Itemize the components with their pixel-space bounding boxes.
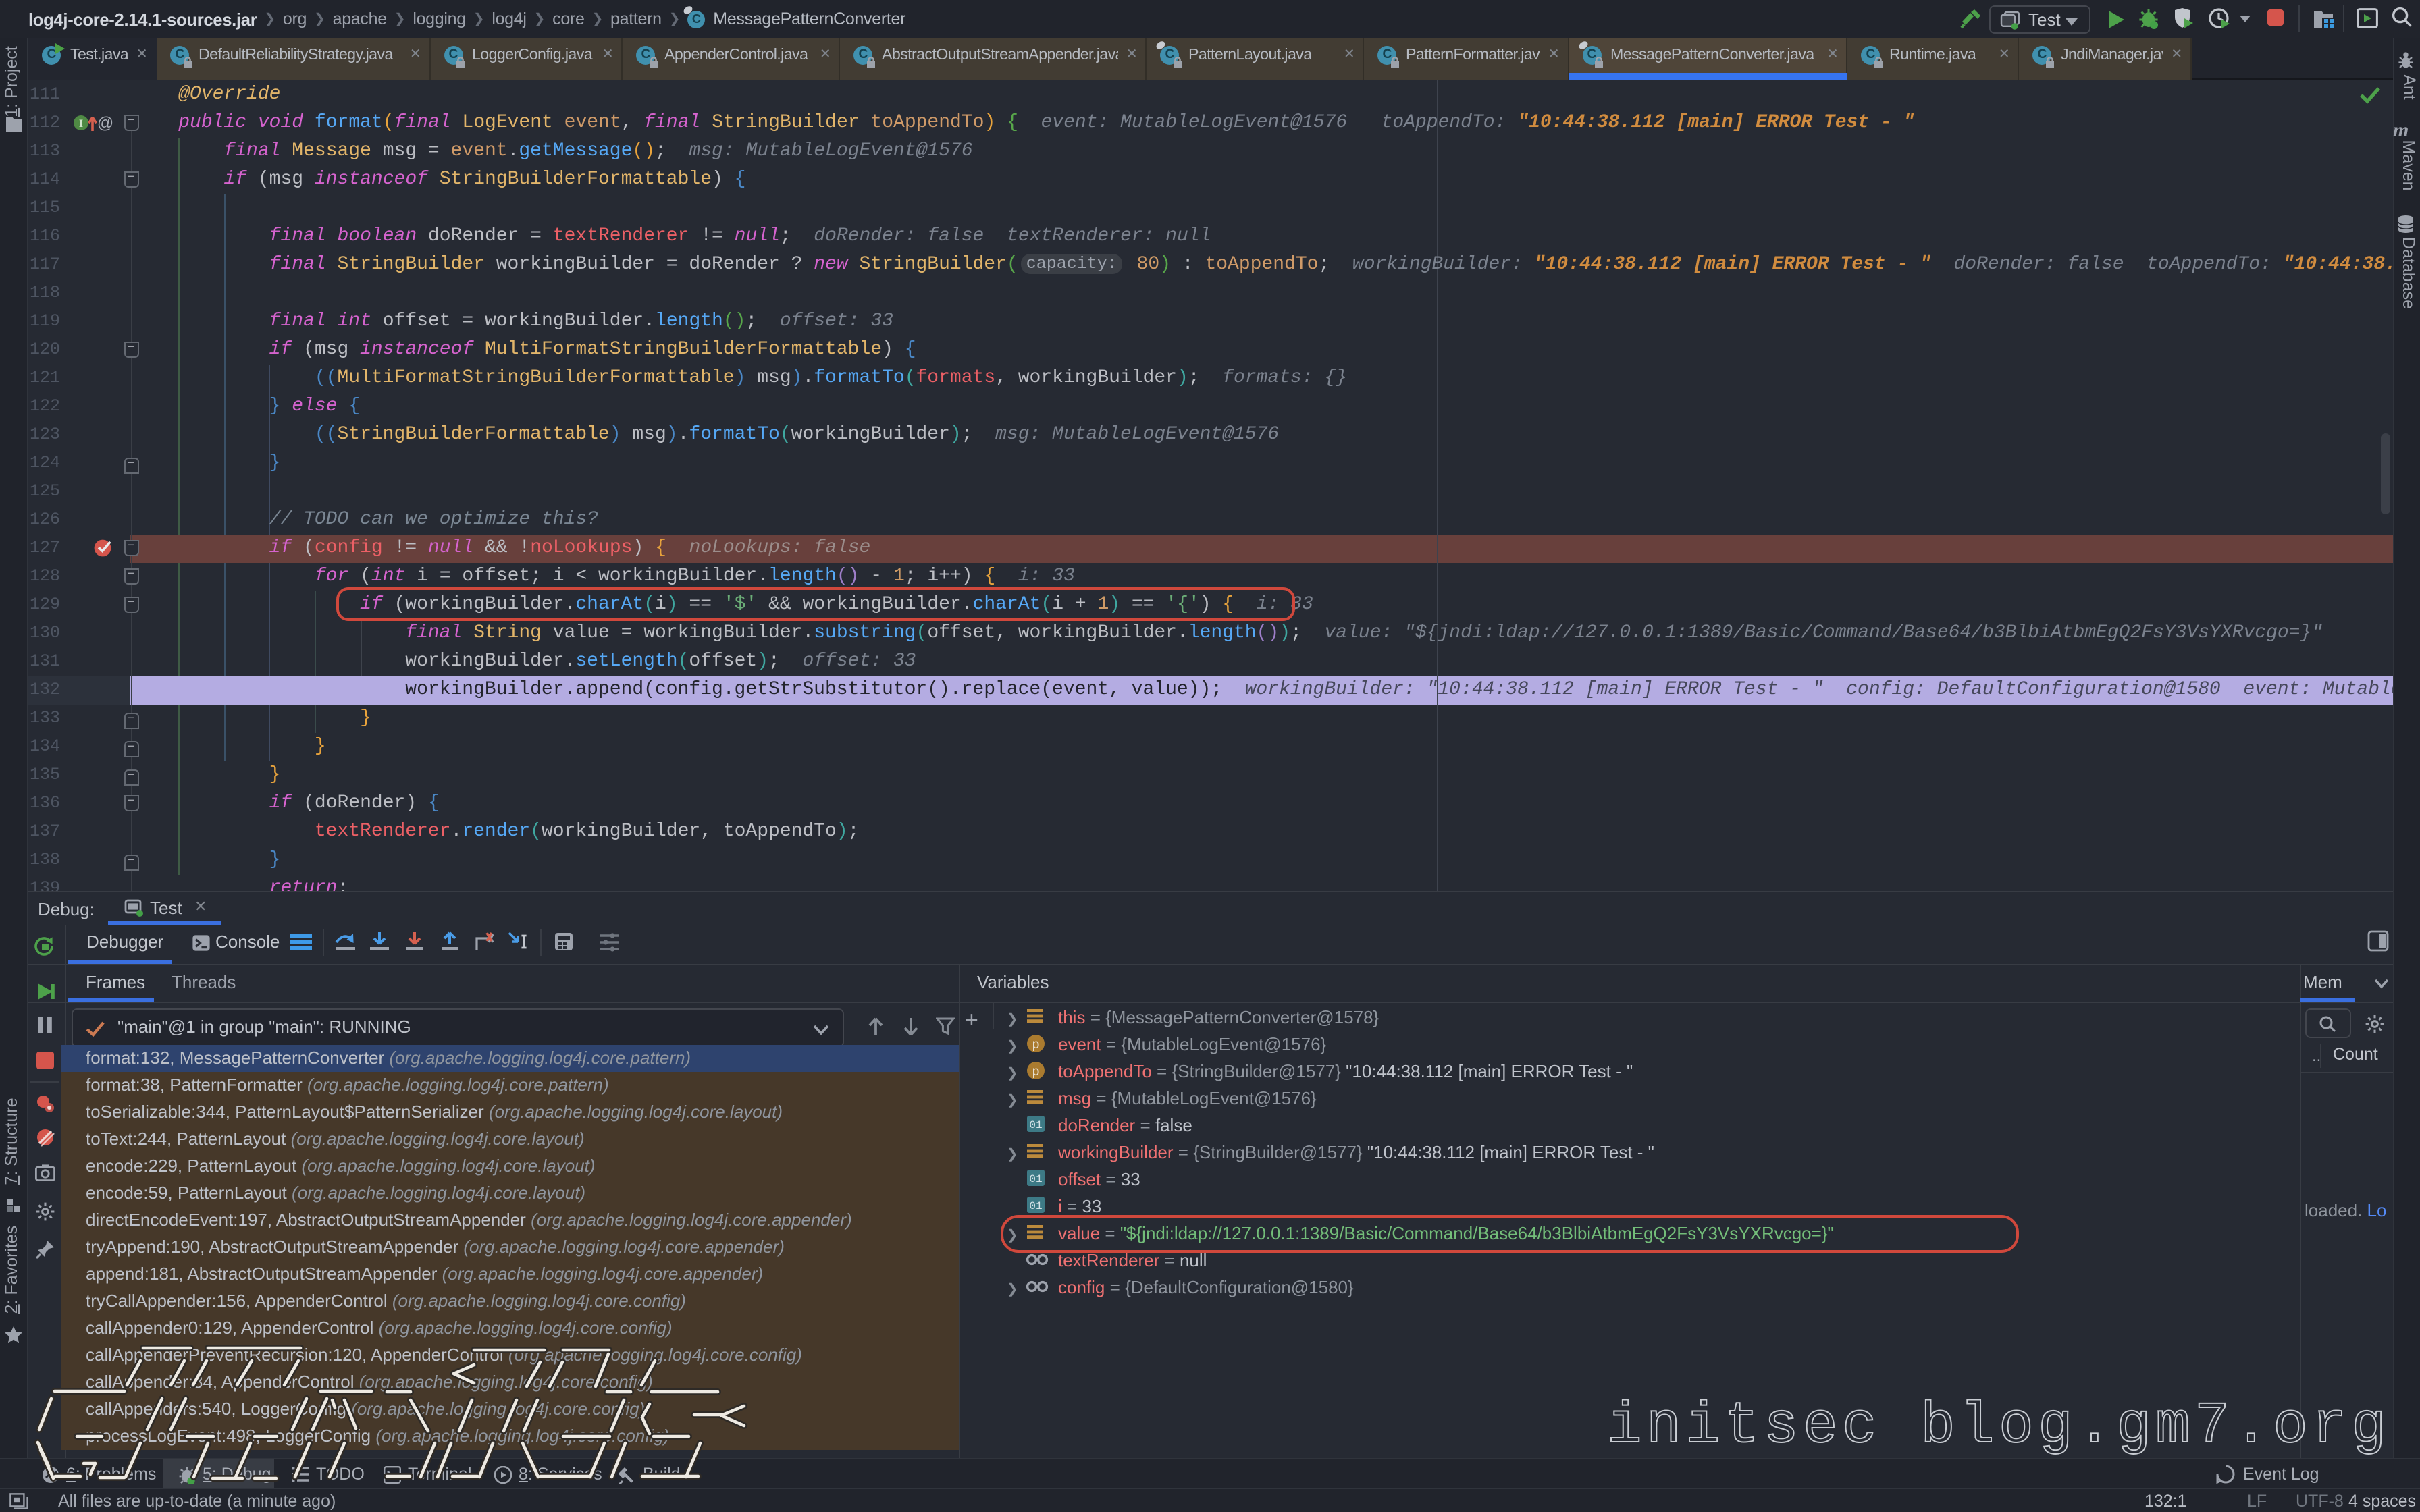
svg-text:@: @ xyxy=(97,114,113,132)
svg-text:01: 01 xyxy=(1028,1173,1041,1185)
svg-text:p: p xyxy=(1032,1064,1039,1079)
svg-text:I: I xyxy=(78,118,82,130)
svg-text:01: 01 xyxy=(1028,1119,1041,1131)
svg-text:01: 01 xyxy=(1028,1200,1041,1212)
svg-text:p: p xyxy=(1032,1037,1039,1052)
